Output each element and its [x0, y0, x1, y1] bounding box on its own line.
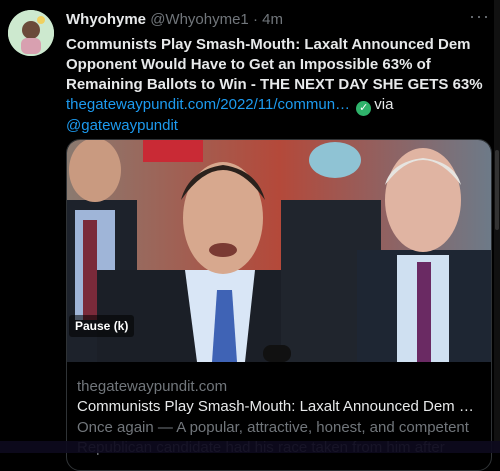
card-video[interactable]: Pause (k): [67, 140, 491, 362]
bottom-divider: [0, 441, 500, 453]
timestamp[interactable]: 4m: [262, 11, 283, 28]
tweet-headline: Communists Play Smash-Mouth: Laxalt Anno…: [66, 36, 483, 93]
avatar[interactable]: [8, 10, 54, 56]
via-label: via: [374, 96, 394, 113]
tweet[interactable]: Whyohyme @Whyohyme1 · 4m ··· Communists …: [0, 0, 500, 471]
link-card[interactable]: Pause (k) thegatewaypundit.com Communist…: [66, 139, 492, 471]
article-link[interactable]: thegatewaypundit.com/2022/11/commun…: [66, 96, 350, 113]
user-handle[interactable]: @Whyohyme1: [150, 11, 249, 28]
tweet-header: Whyohyme @Whyohyme1 · 4m: [66, 11, 283, 31]
more-options-icon[interactable]: ···: [469, 6, 490, 27]
card-title[interactable]: Communists Play Smash-Mouth: Laxalt Anno…: [77, 398, 481, 415]
scrollbar-thumb[interactable]: [495, 150, 499, 230]
via-mention-link[interactable]: @gatewaypundit: [66, 117, 178, 134]
pause-button[interactable]: Pause (k): [69, 315, 135, 337]
display-name[interactable]: Whyohyme: [66, 11, 146, 28]
tweet-text: Communists Play Smash-Mouth: Laxalt Anno…: [66, 35, 486, 136]
scrollbar[interactable]: [494, 0, 500, 453]
check-badge-icon: ✓: [356, 101, 372, 116]
card-domain: thegatewaypundit.com: [77, 378, 228, 395]
separator-dot: ·: [252, 11, 258, 28]
